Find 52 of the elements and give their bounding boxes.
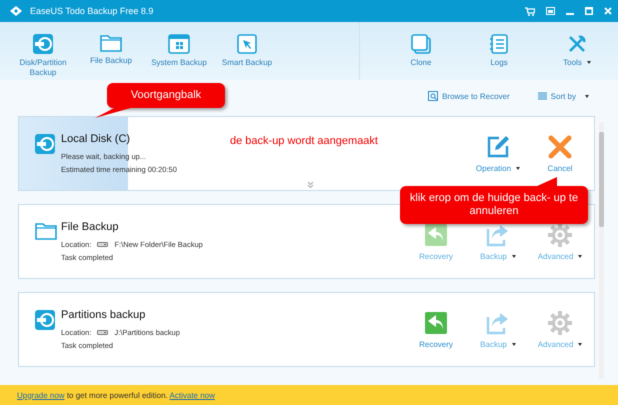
folder-icon xyxy=(35,222,57,240)
tools-icon xyxy=(567,34,587,54)
maximize-icon[interactable] xyxy=(585,7,593,15)
logs-tool-button[interactable]: Logs xyxy=(468,34,530,68)
smart-tool-button[interactable]: Smart Backup xyxy=(216,34,278,68)
upgrade-link[interactable]: Activate now xyxy=(170,390,215,400)
share-arrow-icon xyxy=(486,310,510,334)
caret-icon xyxy=(516,166,520,170)
folder-tool-button[interactable]: File Backup xyxy=(80,34,142,66)
window-title: EaseUS Todo Backup Free 8.9 xyxy=(30,6,154,16)
task-title: File Backup xyxy=(61,221,118,233)
clone-tool-button[interactable]: Clone xyxy=(390,34,452,68)
browse-to-recover-link[interactable]: Browse to Recover xyxy=(428,91,510,101)
drive-icon xyxy=(97,242,108,247)
upgrade-message: Upgrade now to get more powerful edition. Activate now xyxy=(17,390,215,400)
caret-icon xyxy=(585,94,589,98)
advanced-button[interactable]: Advanced xyxy=(536,310,584,348)
window-icon[interactable] xyxy=(546,7,555,15)
notebook-icon xyxy=(490,34,508,54)
drive-icon xyxy=(97,330,108,335)
callout-pointer xyxy=(535,177,557,187)
sort-by-button[interactable]: Sort by xyxy=(538,92,589,100)
edit-icon xyxy=(486,134,510,158)
caret-icon xyxy=(586,61,591,64)
edit-button[interactable]: Operation xyxy=(474,134,522,172)
task-title: Partitions backup xyxy=(61,309,146,321)
task-title: Local Disk (C) xyxy=(61,133,130,145)
disk-tool-button[interactable]: Disk/Partition Backup xyxy=(12,34,74,78)
close-icon[interactable] xyxy=(604,7,612,15)
recovery-button[interactable]: Recovery xyxy=(412,310,460,348)
system-tool-button[interactable]: System Backup xyxy=(148,34,210,68)
tools-tool-button[interactable]: Tools xyxy=(546,34,608,68)
upgrade-link[interactable]: Upgrade now xyxy=(17,390,65,400)
caret-icon xyxy=(578,342,582,346)
search-icon xyxy=(428,91,438,101)
annotation-text: de back-up wordt aangemaakt xyxy=(230,135,378,147)
folder-icon xyxy=(100,34,122,52)
caret-icon xyxy=(512,254,516,258)
window-icon xyxy=(168,34,190,54)
caret-icon xyxy=(578,254,582,258)
caret-icon xyxy=(512,342,516,346)
backup-button[interactable]: Backup xyxy=(474,310,522,348)
list-icon xyxy=(538,92,547,100)
close-icon xyxy=(548,134,572,158)
chevron-down-icon[interactable] xyxy=(306,181,314,188)
share-arrow-icon xyxy=(486,222,510,246)
cursor-icon xyxy=(237,34,257,54)
cancel-button[interactable]: Cancel xyxy=(536,134,584,172)
scrollbar-thumb[interactable] xyxy=(599,132,604,227)
cart-icon[interactable] xyxy=(525,6,535,16)
squares-icon xyxy=(411,34,431,54)
logo-icon xyxy=(10,6,22,16)
